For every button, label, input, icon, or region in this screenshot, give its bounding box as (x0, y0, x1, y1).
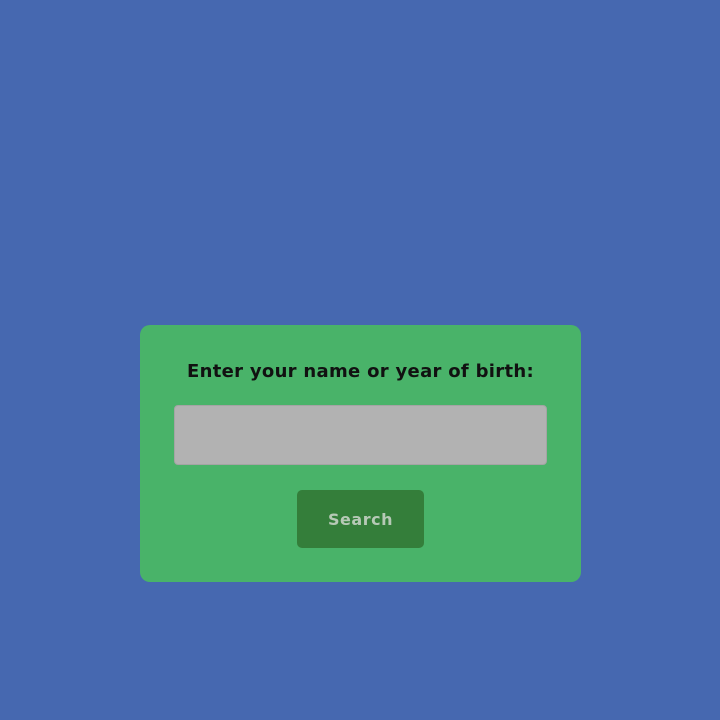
search-card: Enter your name or year of birth: Search (140, 325, 581, 582)
search-prompt-label: Enter your name or year of birth: (187, 361, 534, 382)
page-background: { "search_form": { "prompt": "Enter your… (0, 0, 720, 720)
search-button[interactable]: Search (297, 490, 424, 548)
search-input[interactable] (174, 405, 547, 465)
